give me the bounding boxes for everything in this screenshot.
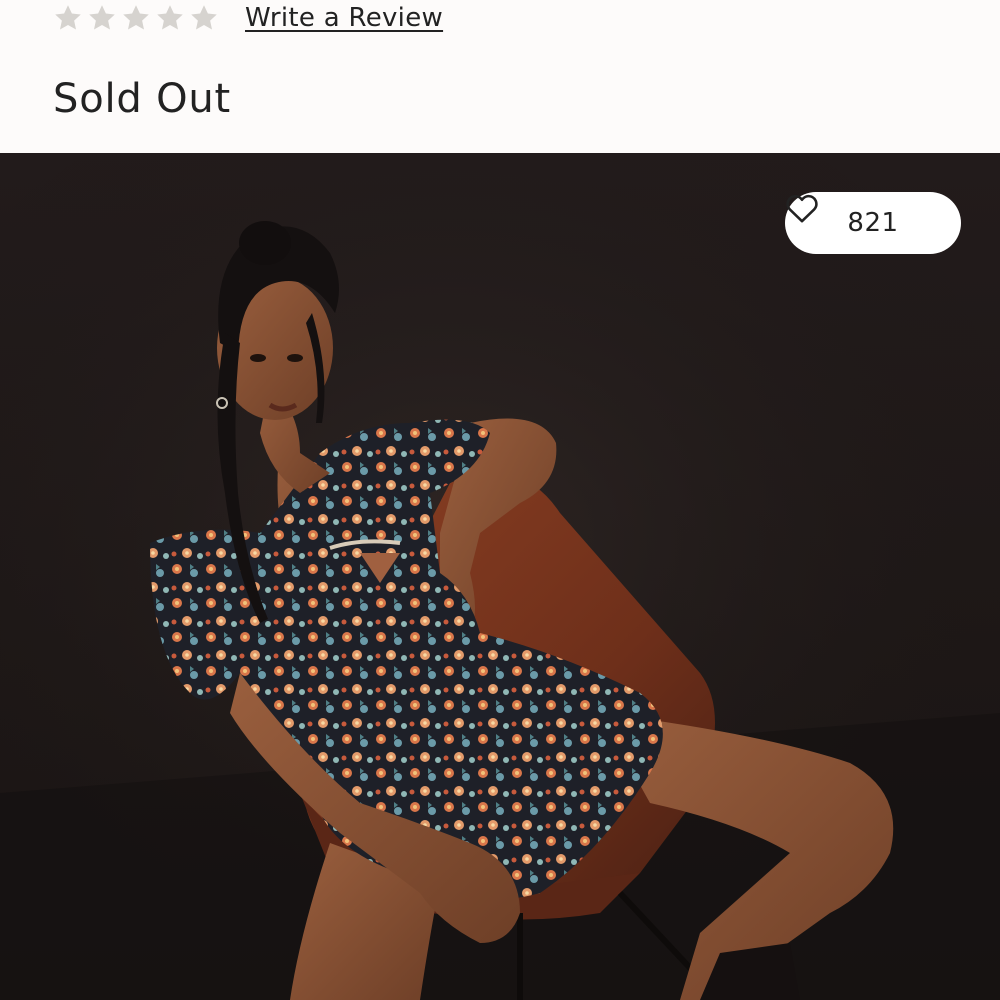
likes-button[interactable]: 821 [785,192,961,254]
sold-out-status: Sold Out [53,76,232,122]
star-icon [157,5,183,30]
heart-outline-icon [786,194,818,223]
star-icon [55,5,81,30]
product-page: Write a Review Sold Out 821 [0,0,1000,1000]
star-icon [89,5,115,30]
likes-count: 821 [847,208,899,238]
write-review-link[interactable]: Write a Review [245,3,443,33]
model-photo-illustration [0,153,1000,1000]
product-image[interactable]: 821 [0,153,1000,1000]
star-icon [123,5,149,30]
star-icon [191,5,217,30]
rating-row: Write a Review [53,0,443,36]
star-rating[interactable] [53,3,219,33]
